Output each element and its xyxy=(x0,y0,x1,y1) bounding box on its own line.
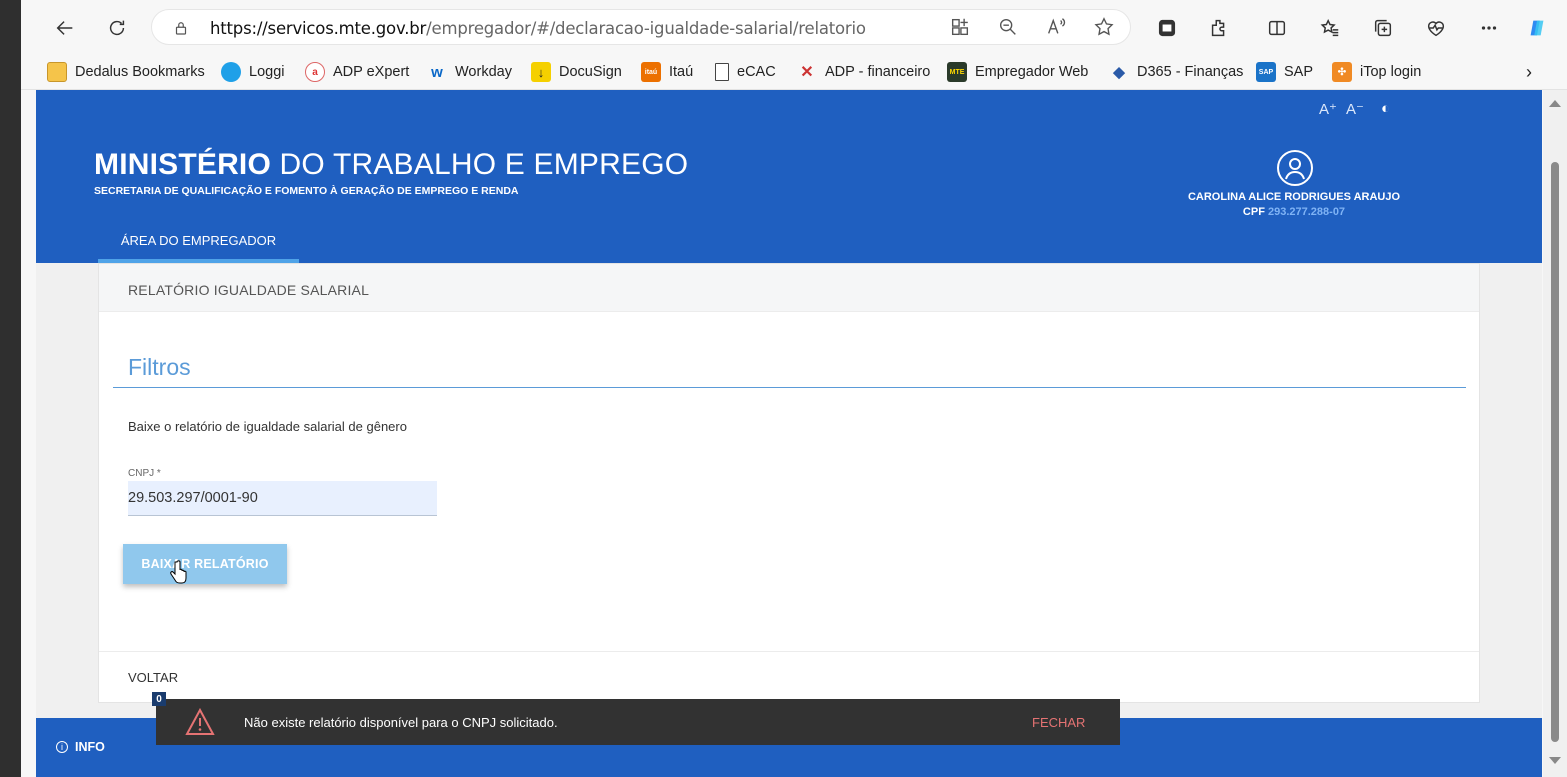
extension-dark-icon xyxy=(1158,19,1176,37)
tab-area-do-empregador[interactable]: ÁREA DO EMPREGADOR xyxy=(98,217,299,263)
bookmark-adp-expert[interactable]: a ADP eXpert xyxy=(305,60,409,84)
bookmark-adp-financeiro[interactable]: ✕ ADP - financeiro xyxy=(797,60,930,84)
bookmarks-overflow-button[interactable]: › xyxy=(1526,60,1532,84)
adp-x-icon: ✕ xyxy=(800,64,814,81)
adp-icon: a xyxy=(305,62,325,82)
cnpj-label: CNPJ * xyxy=(128,468,161,479)
card-title: RELATÓRIO IGUALDADE SALARIAL xyxy=(128,282,370,298)
docusign-icon: ↓ xyxy=(531,62,551,82)
toast-message: Não existe relatório disponível para o C… xyxy=(244,715,558,730)
app-available-icon[interactable] xyxy=(949,16,973,40)
favorites-list-icon xyxy=(1320,18,1339,37)
warning-icon xyxy=(185,708,215,735)
cnpj-input[interactable] xyxy=(128,481,437,516)
font-decrease-button[interactable]: A⁻ xyxy=(1346,100,1364,118)
chevron-right-icon: › xyxy=(1526,61,1532,82)
info-link[interactable]: i INFO xyxy=(56,740,105,754)
notification-badge: 0 xyxy=(152,692,166,706)
hand-cursor-icon xyxy=(170,560,187,584)
font-increase-button[interactable]: A⁺ xyxy=(1319,100,1337,118)
page-icon xyxy=(715,63,729,81)
card-header: RELATÓRIO IGUALDADE SALARIAL xyxy=(99,264,1479,312)
browser-toolbar: https://servicos.mte.gov.br/empregador/#… xyxy=(21,0,1567,54)
copilot-button[interactable] xyxy=(1521,12,1553,44)
toast-close-button[interactable]: FECHAR xyxy=(1032,715,1085,730)
contrast-toggle-icon[interactable]: ◐ xyxy=(1381,100,1390,117)
arrow-left-icon xyxy=(56,21,73,35)
favorites-button[interactable] xyxy=(1314,12,1346,44)
collections-icon xyxy=(1374,19,1392,37)
site-header: A⁺ A⁻ ◐ MINISTÉRIO DO TRABALHO E EMPREGO… xyxy=(36,90,1542,263)
error-toast: Não existe relatório disponível para o C… xyxy=(156,699,1120,745)
user-avatar-icon[interactable] xyxy=(1277,150,1313,186)
sap-icon: SAP xyxy=(1256,62,1276,82)
scroll-down-icon[interactable] xyxy=(1549,757,1561,764)
section-divider xyxy=(113,387,1466,388)
lock-icon xyxy=(175,22,187,35)
workday-icon: w xyxy=(431,63,443,81)
bookmark-loggi[interactable]: Loggi xyxy=(221,60,284,84)
copilot-icon xyxy=(1530,20,1544,36)
favorite-star-icon[interactable] xyxy=(1093,16,1117,40)
back-button[interactable] xyxy=(49,12,81,44)
bookmark-ecac[interactable]: eCAC xyxy=(715,60,776,84)
bookmark-empregador-web[interactable]: MTE Empregador Web xyxy=(947,60,1088,84)
refresh-button[interactable] xyxy=(101,12,133,44)
bookmark-dedalus[interactable]: Dedalus Bookmarks xyxy=(47,60,205,84)
bookmark-docusign[interactable]: ↓ DocuSign xyxy=(531,60,622,84)
browser-essentials-button[interactable] xyxy=(1420,12,1452,44)
more-dots-icon xyxy=(1481,26,1497,30)
browser-window: https://servicos.mte.gov.br/empregador/#… xyxy=(21,0,1567,777)
extension-button[interactable] xyxy=(1151,12,1183,44)
heart-pulse-icon xyxy=(1427,21,1445,37)
url-text[interactable]: https://servicos.mte.gov.br/empregador/#… xyxy=(210,19,866,38)
site-brand: MINISTÉRIO DO TRABALHO E EMPREGO xyxy=(94,148,689,181)
loggi-icon xyxy=(221,62,241,82)
collections-button[interactable] xyxy=(1367,12,1399,44)
page-content: A⁺ A⁻ ◐ MINISTÉRIO DO TRABALHO E EMPREGO… xyxy=(36,90,1542,777)
section-title: Filtros xyxy=(128,354,191,380)
card-footer-divider xyxy=(99,651,1479,652)
info-icon: i xyxy=(56,741,68,753)
split-screen-button[interactable] xyxy=(1261,12,1293,44)
window-frame xyxy=(0,0,21,777)
address-bar[interactable]: https://servicos.mte.gov.br/empregador/#… xyxy=(151,9,1131,45)
section-description: Baixe o relatório de igualdade salarial … xyxy=(128,419,407,434)
bookmarks-bar: Dedalus Bookmarks Loggi a ADP eXpert w Wor… xyxy=(21,54,1567,90)
bookmark-itau[interactable]: itaú Itaú xyxy=(641,60,693,84)
download-report-button[interactable]: BAIXAR RELATÓRIO xyxy=(123,544,287,584)
puzzle-icon xyxy=(1211,19,1225,37)
bookmark-sap[interactable]: SAP SAP xyxy=(1256,60,1313,84)
bookmark-d365[interactable]: ◆ D365 - Finanças xyxy=(1109,60,1243,84)
bookmark-workday[interactable]: w Workday xyxy=(427,60,512,84)
itau-icon: itaú xyxy=(641,62,661,82)
zoom-out-icon[interactable] xyxy=(997,16,1021,40)
site-subtitle: SECRETARIA DE QUALIFICAÇÃO E FOMENTO À G… xyxy=(94,185,519,197)
report-card: RELATÓRIO IGUALDADE SALARIAL Filtros Bai… xyxy=(98,263,1480,703)
read-aloud-icon[interactable] xyxy=(1045,16,1069,40)
user-cpf: CPF 293.277.288-07 xyxy=(1242,206,1346,218)
back-link[interactable]: VOLTAR xyxy=(128,670,178,685)
user-name: CAROLINA ALICE RODRIGUES ARAUJO xyxy=(1187,191,1401,203)
scroll-up-icon[interactable] xyxy=(1549,100,1561,107)
scrollbar-thumb[interactable] xyxy=(1551,162,1559,742)
split-screen-icon xyxy=(1268,20,1286,36)
mte-icon: MTE xyxy=(947,62,967,82)
more-menu-button[interactable] xyxy=(1473,12,1505,44)
page-scrollbar[interactable] xyxy=(1543,90,1567,777)
folder-icon xyxy=(47,62,67,82)
refresh-icon xyxy=(109,20,125,36)
extensions-button[interactable] xyxy=(1203,12,1235,44)
itop-icon: ✣ xyxy=(1332,62,1352,82)
bookmark-itop[interactable]: ✣ iTop login xyxy=(1332,60,1421,84)
d365-icon: ◆ xyxy=(1113,64,1125,81)
